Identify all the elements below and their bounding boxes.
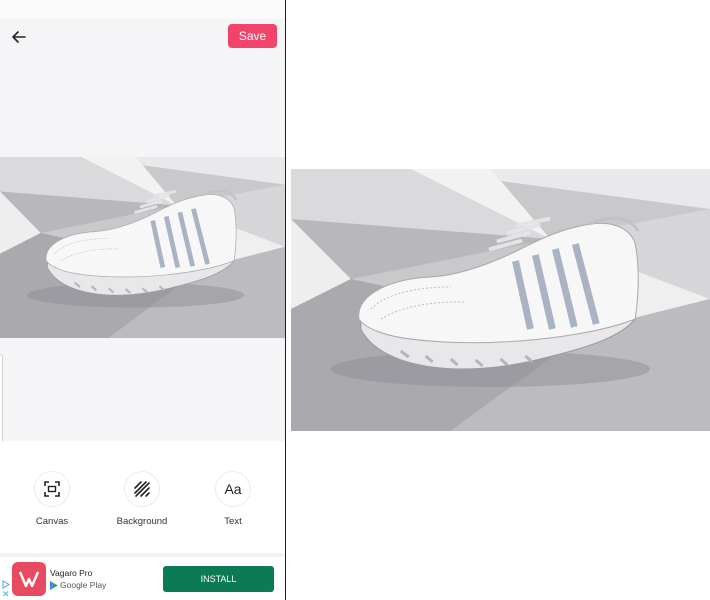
sneaker-preview-image xyxy=(291,169,710,431)
ad-store-text: Google Play xyxy=(60,580,107,590)
install-button[interactable]: INSTALL xyxy=(163,566,274,592)
panel-divider xyxy=(285,0,286,600)
ad-store-label: Google Play xyxy=(50,580,106,590)
tool-label: Background xyxy=(116,516,168,527)
tool-bar: Canvas Background Aa Text xyxy=(0,441,285,553)
canvas-image[interactable] xyxy=(0,157,285,338)
tool-canvas[interactable]: Canvas xyxy=(12,471,92,527)
status-bar xyxy=(0,0,285,18)
save-button[interactable]: Save xyxy=(228,24,277,48)
ad-close-icon[interactable]: ✕ xyxy=(2,590,10,599)
arrow-left-icon xyxy=(12,31,26,43)
background-icon xyxy=(124,471,160,507)
editor-phone-screen: Save Canvas Background Aa Text ✕ Vagaro … xyxy=(0,0,285,600)
vagaro-logo-icon xyxy=(12,562,46,596)
tool-label: Text xyxy=(224,516,242,527)
ad-banner[interactable]: ✕ Vagaro Pro Google Play INSTALL xyxy=(0,557,285,600)
google-play-icon xyxy=(50,580,58,590)
canvas-icon xyxy=(34,471,70,507)
sneaker-image xyxy=(0,157,285,338)
text-icon: Aa xyxy=(215,471,251,507)
ad-choices-icon[interactable] xyxy=(2,580,10,589)
side-panel-handle[interactable] xyxy=(0,354,3,444)
preview-image xyxy=(291,169,710,431)
back-button[interactable] xyxy=(8,26,30,48)
ad-app-name: Vagaro Pro xyxy=(50,568,93,578)
tool-label: Canvas xyxy=(35,516,69,527)
tool-background[interactable]: Background xyxy=(102,471,182,527)
text-icon-glyph: Aa xyxy=(224,481,242,497)
tool-text[interactable]: Aa Text xyxy=(193,471,273,527)
